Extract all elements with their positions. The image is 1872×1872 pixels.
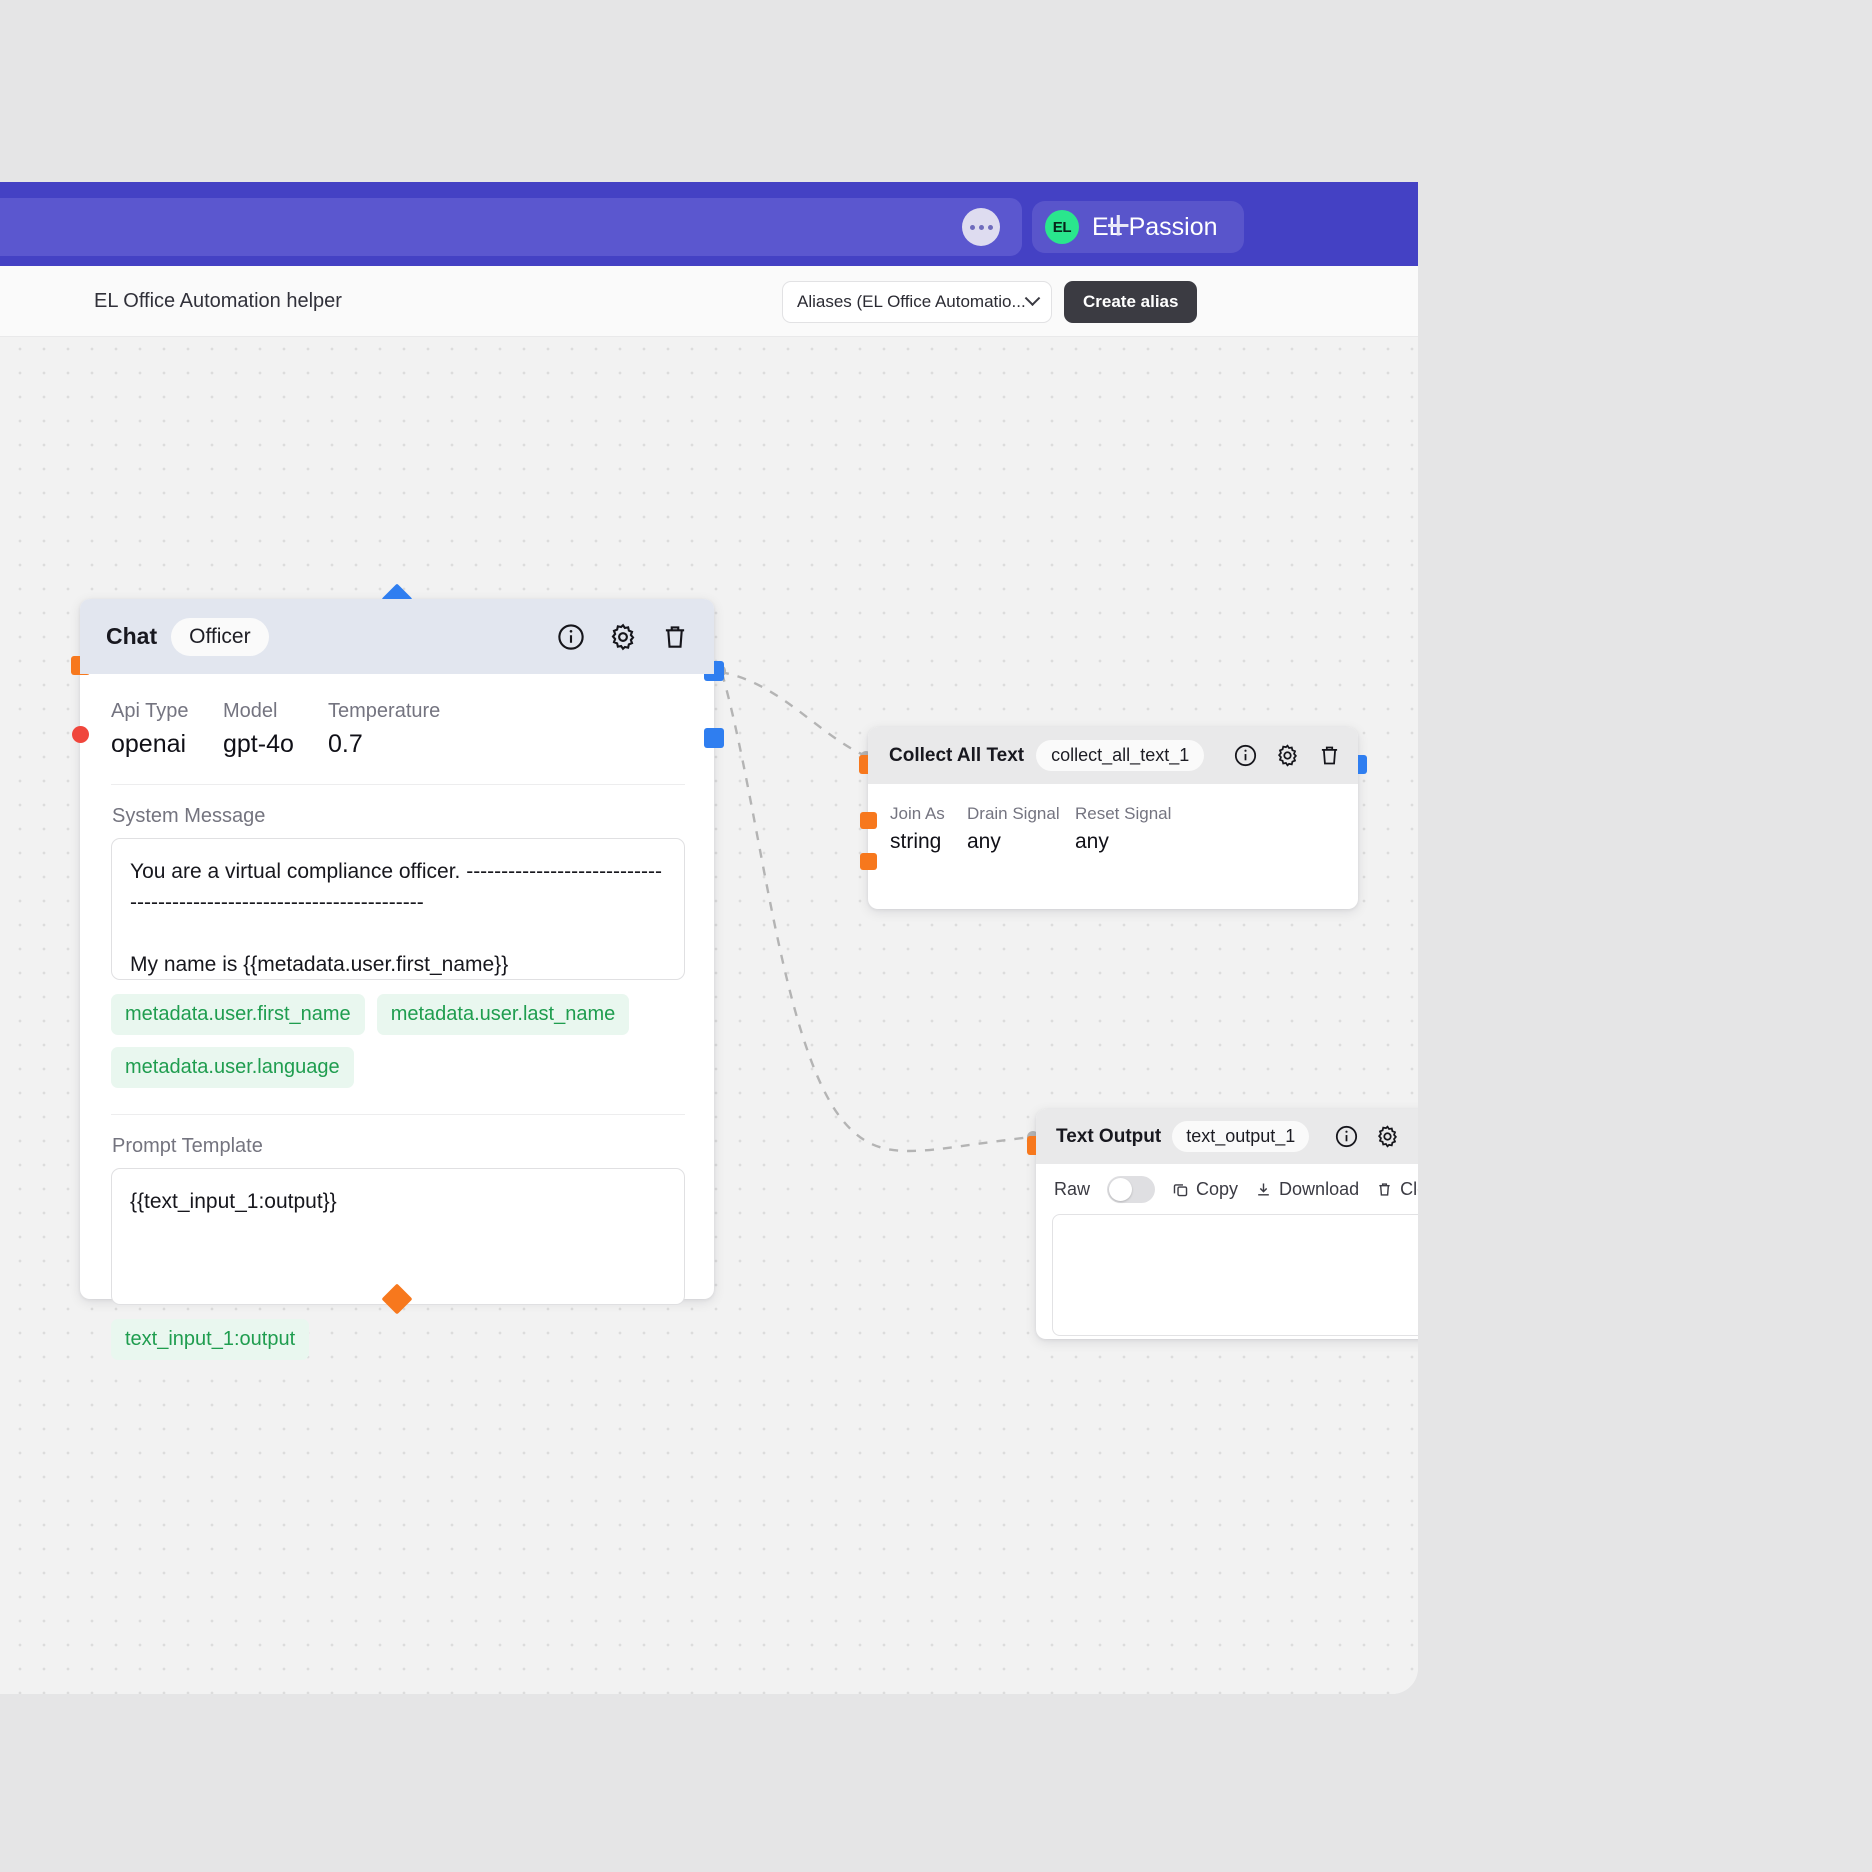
param-drain-signal: Drain Signal any xyxy=(967,801,1075,857)
node-chat[interactable]: Chat Officer Api Type openai Model gpt-4… xyxy=(71,583,724,1360)
download-button[interactable]: Download xyxy=(1255,1179,1359,1200)
node-collect-name-chip[interactable]: collect_all_text_1 xyxy=(1036,740,1205,771)
node-collect-title: Collect All Text xyxy=(889,744,1025,766)
new-tab-button[interactable]: + xyxy=(1106,204,1131,246)
param-drain-signal-label: Drain Signal xyxy=(967,804,1060,823)
variable-chip[interactable]: metadata.user.last_name xyxy=(376,994,630,1035)
prompt-template-chips: text_input_1:output xyxy=(111,1319,685,1360)
raw-toggle-label: Raw xyxy=(1054,1179,1091,1199)
divider xyxy=(111,784,685,785)
ellipsis-icon[interactable] xyxy=(962,208,1000,246)
chevron-down-icon xyxy=(1024,289,1041,306)
alias-select[interactable]: Aliases (EL Office Automatio... xyxy=(782,281,1052,323)
browser-tab-active[interactable] xyxy=(0,198,1022,256)
trash-icon[interactable] xyxy=(1416,1124,1418,1149)
variable-chip[interactable]: metadata.user.language xyxy=(111,1047,354,1088)
node-output-toolbar: Raw Copy Download Clear xyxy=(1036,1164,1418,1203)
titlebar: EL EL Passion + xyxy=(0,182,1418,266)
node-collect-reset-port[interactable] xyxy=(860,853,877,870)
system-message-input[interactable]: You are a virtual compliance officer. --… xyxy=(111,838,685,980)
param-temperature-label: Temperature xyxy=(328,700,441,722)
node-text-output[interactable]: Text Output text_output_1 Raw Copy Downl xyxy=(1027,1109,1418,1339)
param-api-type: Api Type openai xyxy=(111,696,223,762)
system-message-label: System Message xyxy=(112,805,266,827)
node-chat-title: Chat xyxy=(106,623,158,649)
node-chat-status-indicator xyxy=(72,726,89,743)
variable-chip[interactable]: text_input_1:output xyxy=(111,1319,310,1360)
gear-icon[interactable] xyxy=(608,622,638,652)
param-join-as: Join As string xyxy=(890,801,967,857)
node-collect-drain-port[interactable] xyxy=(860,812,877,829)
info-icon[interactable] xyxy=(556,622,586,652)
tab-strip: EL EL Passion xyxy=(0,198,1244,256)
param-drain-signal-value: any xyxy=(967,830,1001,853)
download-label: Download xyxy=(1279,1179,1360,1199)
node-chat-name-chip[interactable]: Officer xyxy=(171,617,269,656)
copy-icon xyxy=(1173,1184,1188,1197)
node-chat-header[interactable]: Chat Officer xyxy=(80,599,714,674)
param-temperature-value: 0.7 xyxy=(328,730,363,758)
create-alias-button[interactable]: Create alias xyxy=(1064,281,1198,323)
trash-icon[interactable] xyxy=(660,622,690,652)
trash-icon xyxy=(1379,1183,1390,1196)
param-api-type-label: Api Type xyxy=(111,700,189,722)
app-window: EL EL Passion + EL Office Automation hel… xyxy=(0,182,1418,1694)
info-icon[interactable] xyxy=(1233,743,1258,768)
param-join-as-label: Join As xyxy=(890,804,945,823)
param-api-type-value: openai xyxy=(111,730,187,758)
node-output-header[interactable]: Text Output text_output_1 xyxy=(1036,1109,1418,1164)
copy-button[interactable]: Copy xyxy=(1172,1179,1238,1200)
variable-chip[interactable]: metadata.user.first_name xyxy=(111,994,365,1035)
edge-chat-to-collect xyxy=(719,670,869,759)
trash-icon[interactable] xyxy=(1317,743,1342,768)
node-collect-all-text[interactable]: Collect All Text collect_all_text_1 Join… xyxy=(859,727,1367,909)
toolbar: EL Office Automation helper Aliases (EL … xyxy=(0,266,1418,337)
node-output-title: Text Output xyxy=(1056,1125,1162,1147)
page-title: EL Office Automation helper xyxy=(94,290,342,312)
param-reset-signal: Reset Signal any xyxy=(1075,801,1171,857)
param-model-value: gpt-4o xyxy=(223,730,294,758)
prompt-template-label: Prompt Template xyxy=(112,1135,263,1157)
alias-select-value: Aliases (EL Office Automatio... xyxy=(797,292,1026,311)
gear-icon[interactable] xyxy=(1275,743,1300,768)
raw-toggle[interactable] xyxy=(1107,1176,1156,1203)
gear-icon[interactable] xyxy=(1375,1124,1400,1149)
param-model: Model gpt-4o xyxy=(223,696,328,762)
node-chat-params: Api Type openai Model gpt-4o Temperature… xyxy=(111,696,685,762)
avatar: EL xyxy=(1045,210,1079,244)
node-chat-body: Api Type openai Model gpt-4o Temperature… xyxy=(80,674,714,1360)
workspace-switcher[interactable]: EL EL Passion xyxy=(1032,201,1244,253)
param-temperature: Temperature 0.7 xyxy=(328,696,440,762)
system-message-chips: metadata.user.first_name metadata.user.l… xyxy=(111,994,685,1088)
divider xyxy=(111,1114,685,1115)
copy-label: Copy xyxy=(1196,1179,1239,1199)
node-chat-output-port-2[interactable] xyxy=(704,728,724,748)
param-reset-signal-value: any xyxy=(1075,830,1109,853)
download-icon xyxy=(1258,1183,1269,1196)
param-model-label: Model xyxy=(223,700,278,722)
flow-canvas[interactable]: Chat Officer Api Type openai Model gpt-4… xyxy=(0,337,1418,1694)
node-output-name-chip[interactable]: text_output_1 xyxy=(1172,1121,1310,1152)
info-icon[interactable] xyxy=(1334,1124,1359,1149)
output-textarea[interactable] xyxy=(1052,1214,1418,1336)
clear-label: Clear xyxy=(1400,1179,1418,1199)
clear-button[interactable]: Clear xyxy=(1376,1179,1418,1200)
param-reset-signal-label: Reset Signal xyxy=(1075,804,1172,823)
param-join-as-value: string xyxy=(890,830,942,853)
node-collect-header[interactable]: Collect All Text collect_all_text_1 xyxy=(868,727,1358,784)
node-collect-body: Join As string Drain Signal any Reset Si… xyxy=(868,784,1358,857)
